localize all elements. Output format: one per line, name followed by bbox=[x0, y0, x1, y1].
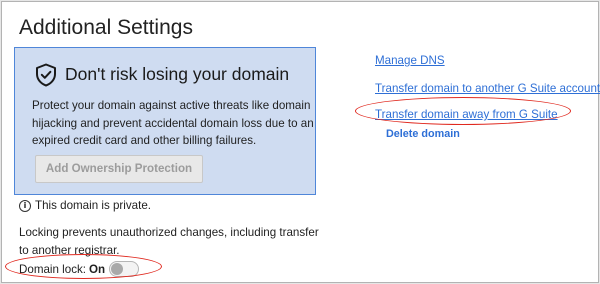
manage-dns-link[interactable]: Manage DNS bbox=[375, 54, 445, 67]
page-title: Additional Settings bbox=[19, 16, 193, 39]
shield-check-icon bbox=[36, 63, 56, 87]
highlight-oval-transfer-away bbox=[355, 97, 571, 125]
card-description: Protect your domain against active threa… bbox=[32, 99, 314, 147]
add-ownership-protection-button[interactable]: Add Ownership Protection bbox=[35, 155, 203, 183]
info-icon: i bbox=[19, 199, 31, 212]
settings-panel: Additional Settings Don't risk losing yo… bbox=[1, 1, 600, 283]
card-heading: Don't risk losing your domain bbox=[65, 64, 290, 84]
delete-domain-link[interactable]: Delete domain bbox=[386, 128, 460, 140]
privacy-status-text: This domain is private. bbox=[35, 199, 151, 212]
highlight-oval-domain-lock bbox=[5, 254, 162, 279]
privacy-status: i This domain is private. bbox=[19, 199, 151, 212]
ownership-protection-card: Don't risk losing your domain Protect yo… bbox=[14, 47, 316, 195]
transfer-to-gsuite-link[interactable]: Transfer domain to another G Suite accou… bbox=[375, 82, 600, 95]
